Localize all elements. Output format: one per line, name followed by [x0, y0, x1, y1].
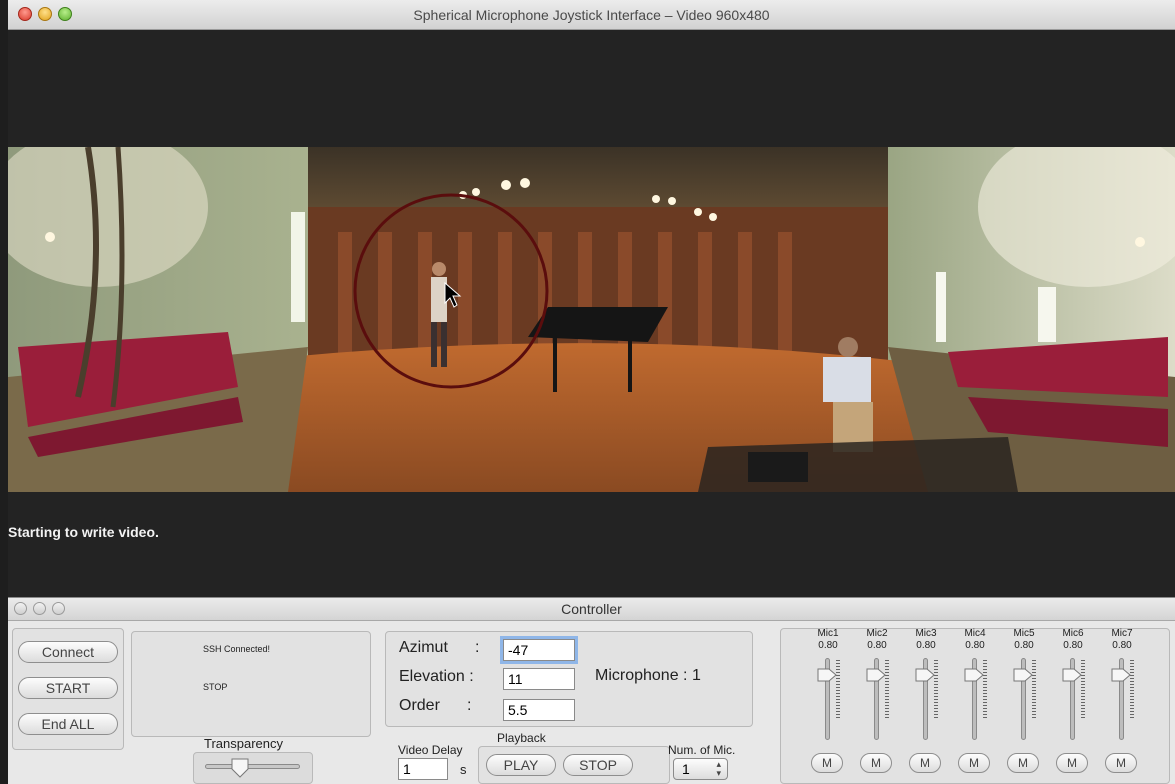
microphone-indicator: Microphone : 1	[595, 667, 701, 684]
video-window-title: Spherical Microphone Joystick Interface …	[413, 7, 770, 23]
mic-name: Mic2	[866, 628, 888, 639]
transparency-slider-track[interactable]	[205, 764, 300, 769]
mic-gain-slider-thumb[interactable]	[915, 667, 935, 683]
mic-channel: Mic5 0.80 M	[1001, 598, 1047, 784]
num-mic-value: 1	[682, 761, 690, 777]
mic-gain-slider-thumb[interactable]	[964, 667, 984, 683]
transparency-slider-thumb[interactable]	[230, 757, 250, 779]
order-input[interactable]: 5.5	[503, 699, 575, 721]
stepper-arrows-icon[interactable]: ▴ ▾	[716, 760, 721, 778]
mic-channel: Mic2 0.80 M	[854, 598, 900, 784]
mic-gain-slider-thumb[interactable]	[1111, 667, 1131, 683]
mic-mute-button[interactable]: M	[1007, 753, 1039, 773]
num-mic-label: Num. of Mic.	[668, 743, 736, 757]
playback-label: Playback	[497, 731, 546, 745]
mic-channel: Mic1 0.80 M	[805, 598, 851, 784]
mic-gain-value: 0.80	[818, 640, 838, 651]
mic-name: Mic4	[964, 628, 986, 639]
video-window-titlebar[interactable]: Spherical Microphone Joystick Interface …	[8, 0, 1175, 30]
status-message: Starting to write video.	[8, 524, 159, 540]
mic-mute-button[interactable]: M	[1056, 753, 1088, 773]
controller-window: Controller Connect START End ALL SSH Con…	[8, 597, 1175, 784]
panorama-scene	[8, 147, 1175, 492]
mic-mute-button[interactable]: M	[860, 753, 892, 773]
mic-mute-button[interactable]: M	[958, 753, 990, 773]
mic-channel: Mic4 0.80 M	[952, 598, 998, 784]
mic-gain-value: 0.80	[867, 640, 887, 651]
mic-name: Mic1	[817, 628, 839, 639]
mic-name: Mic5	[1013, 628, 1035, 639]
mic-name: Mic6	[1062, 628, 1084, 639]
elevation-label: Elevation :	[399, 668, 474, 685]
end-all-button[interactable]: End ALL	[18, 713, 118, 735]
mic-channel: Mic3 0.80 M	[903, 598, 949, 784]
transparency-label: Transparency	[204, 736, 283, 751]
mic-gain-value: 0.80	[916, 640, 936, 651]
controller-title: Controller	[561, 601, 622, 617]
mic-mute-button[interactable]: M	[811, 753, 843, 773]
mic-gain-slider-thumb[interactable]	[866, 667, 886, 683]
order-colon: :	[467, 697, 472, 714]
mic-channel: Mic6 0.80 M	[1050, 598, 1096, 784]
mic-gain-value: 0.80	[1112, 640, 1132, 651]
video-delay-input[interactable]: 1	[398, 758, 448, 780]
log-line-stop: STOP	[203, 682, 228, 692]
video-delay-unit: s	[460, 762, 467, 777]
stop-button[interactable]: STOP	[563, 754, 633, 776]
mic-channel: Mic7 0.80 M	[1099, 598, 1145, 784]
mic-gain-value: 0.80	[1014, 640, 1034, 651]
mic-gain-slider-thumb[interactable]	[817, 667, 837, 683]
order-label: Order	[399, 697, 440, 714]
mic-gain-value: 0.80	[965, 640, 985, 651]
start-button[interactable]: START	[18, 677, 118, 699]
video-area: Starting to write video.	[8, 30, 1175, 600]
azimut-label: Azimut	[399, 639, 448, 656]
controller-titlebar[interactable]: Controller	[8, 598, 1175, 621]
play-button[interactable]: PLAY	[486, 754, 556, 776]
log-line-ssh: SSH Connected!	[203, 644, 271, 654]
connect-button[interactable]: Connect	[18, 641, 118, 663]
mic-name: Mic3	[915, 628, 937, 639]
elevation-input[interactable]: 11	[503, 668, 575, 690]
mic-mute-button[interactable]: M	[1105, 753, 1137, 773]
mic-gain-value: 0.80	[1063, 640, 1083, 651]
azimut-input[interactable]: -47	[503, 639, 575, 661]
num-mic-stepper[interactable]: 1 ▴ ▾	[673, 758, 728, 780]
mic-gain-slider-thumb[interactable]	[1062, 667, 1082, 683]
video-window: Spherical Microphone Joystick Interface …	[8, 0, 1175, 600]
mic-name: Mic7	[1111, 628, 1133, 639]
azimut-colon: :	[475, 639, 480, 656]
mic-mute-button[interactable]: M	[909, 753, 941, 773]
video-delay-label: Video Delay	[398, 743, 463, 757]
mic-gain-slider-thumb[interactable]	[1013, 667, 1033, 683]
panorama-video[interactable]	[8, 147, 1175, 492]
